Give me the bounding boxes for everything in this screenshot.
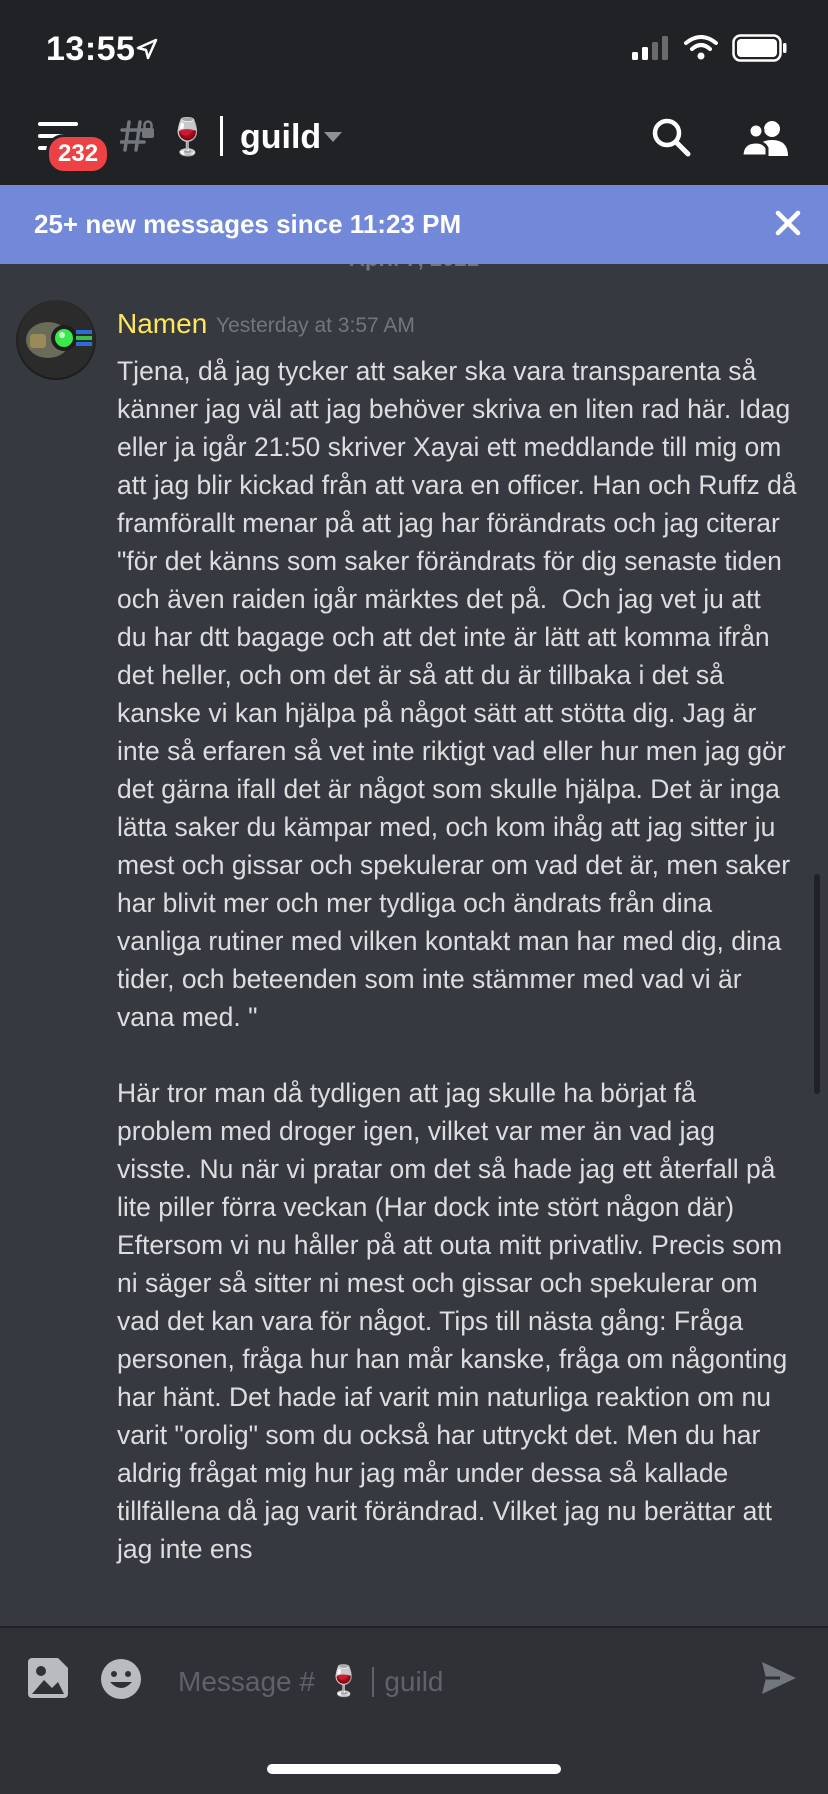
battery-icon	[732, 34, 787, 62]
chevron-down-icon[interactable]	[324, 132, 342, 142]
unread-badge: 232	[46, 134, 111, 174]
image-upload-icon[interactable]	[28, 1658, 68, 1698]
new-messages-banner[interactable]: 25+ new messages since 11:23 PM	[0, 185, 828, 264]
channel-emoji: 🍷	[165, 116, 210, 157]
message-input-channel: guild	[384, 1665, 444, 1697]
search-icon[interactable]	[650, 116, 692, 158]
message-list[interactable]: Namen Yesterday at 3:57 AM Tjena, då jag…	[0, 264, 828, 1626]
send-icon[interactable]	[760, 1660, 798, 1696]
status-bar: 13:55	[0, 0, 828, 90]
members-icon[interactable]	[742, 118, 790, 158]
avatar-image	[18, 302, 94, 378]
cellular-signal-icon	[632, 36, 668, 60]
channel-header: 232 🍷 guild	[0, 90, 828, 185]
message-author[interactable]: Namen	[117, 308, 207, 340]
status-time: 13:55	[46, 30, 136, 68]
scrollbar[interactable]	[814, 874, 820, 1094]
wifi-icon	[684, 35, 718, 60]
new-messages-text: 25+ new messages since 11:23 PM	[34, 209, 462, 239]
message-content: Tjena, då jag tycker att saker ska vara …	[117, 352, 797, 1568]
message-paragraph: Här tror man då tydligen att jag skulle …	[117, 1078, 795, 1564]
message-input-separator	[372, 1666, 375, 1697]
avatar[interactable]	[16, 300, 96, 380]
emoji-icon[interactable]	[100, 1658, 142, 1700]
message-input-prefix: Message #	[178, 1665, 315, 1697]
message-paragraph: Tjena, då jag tycker att saker ska vara …	[117, 356, 797, 1032]
channel-name[interactable]: guild	[240, 118, 321, 157]
close-icon[interactable]	[770, 205, 806, 241]
home-indicator[interactable]	[267, 1764, 561, 1774]
message-input-emoji: 🍷	[324, 1665, 363, 1698]
channel-name-separator	[220, 116, 223, 156]
message-timestamp: Yesterday at 3:57 AM	[216, 314, 415, 337]
locked-text-channel-icon	[120, 120, 154, 152]
message-input[interactable]: Message # 🍷 guild	[178, 1664, 444, 1699]
location-arrow-icon	[136, 38, 158, 60]
